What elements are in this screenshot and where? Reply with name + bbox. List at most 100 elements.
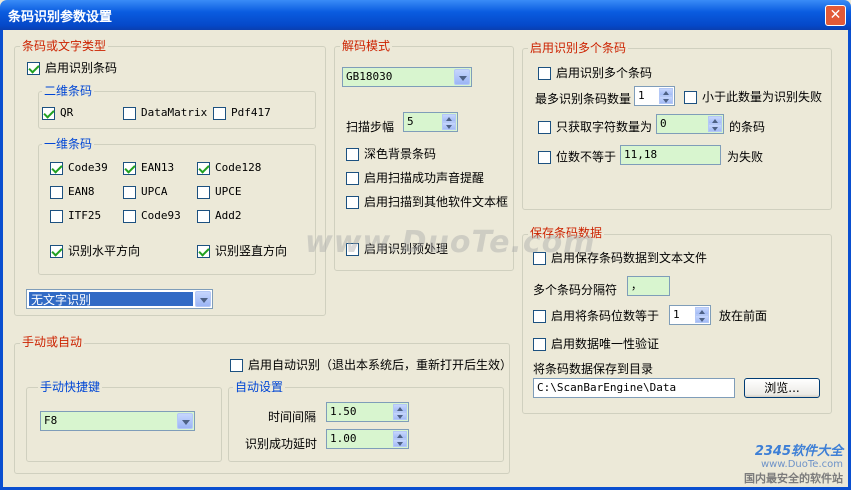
enable-barcode-checkbox[interactable]: 启用识别条码 [27,61,117,75]
checkbox-box[interactable] [50,161,63,175]
digits-ne-value: 11,18 [624,148,658,161]
digits-ne-field[interactable]: 11,18 [620,145,721,165]
interval-value: 1.50 [330,405,357,418]
spinner-icon[interactable] [393,404,407,420]
text-mode-value: 无文字识别 [29,292,193,307]
only-len-label: 只获取字符数量为 [556,120,653,134]
checkbox-box[interactable] [123,106,136,120]
checkbox-box[interactable] [346,171,359,185]
checkbox-box[interactable] [346,195,359,209]
checkbox-box[interactable] [197,185,210,199]
multi-enable-checkbox[interactable]: 启用识别多个条码 [538,66,652,80]
datamatrix-label: DataMatrix [141,106,208,119]
checkbox-box[interactable] [230,358,243,372]
checkbox-box[interactable] [50,209,63,223]
checkbox-box[interactable] [538,120,551,134]
pdf417-label: Pdf417 [231,106,271,119]
checkbox-box[interactable] [50,244,63,258]
dark-bg-checkbox[interactable]: 深色背景条码 [346,147,436,161]
save-dir-field[interactable]: C:\ScanBarEngine\Data [533,378,735,398]
ean8-checkbox[interactable]: EAN8 [50,185,95,199]
checkbox-box[interactable] [27,61,40,75]
digits-eq-label: 启用将条码位数等于 [551,309,660,323]
checkbox-box[interactable] [50,185,63,199]
checkbox-box[interactable] [197,244,210,258]
spinner-icon[interactable] [659,88,673,104]
checkbox-box[interactable] [123,209,136,223]
checkbox-box[interactable] [213,106,226,120]
to-textbox-checkbox[interactable]: 启用扫描到其他软件文本框 [346,195,508,209]
add2-label: Add2 [215,209,242,222]
upce-checkbox[interactable]: UPCE [197,185,242,199]
checkbox-box[interactable] [538,150,551,164]
spinner-icon[interactable] [708,116,722,132]
spinner-icon[interactable] [442,114,456,130]
datamatrix-checkbox[interactable]: DataMatrix [123,106,207,120]
scan-step-label: 扫描步幅 [346,120,395,134]
upce-label: UPCE [215,185,242,198]
checkbox-box[interactable] [533,337,546,351]
checkbox-box[interactable] [197,161,210,175]
close-button[interactable]: ✕ [825,5,846,26]
ean13-checkbox[interactable]: EAN13 [123,161,174,175]
checkbox-box[interactable] [42,106,55,120]
chevron-down-icon[interactable] [177,413,193,429]
pdf417-checkbox[interactable]: Pdf417 [213,106,271,120]
hotkey-select[interactable]: F8 [40,411,195,431]
qr-checkbox[interactable]: QR [42,106,73,120]
digits-eq-stepper[interactable]: 1 [669,305,711,325]
delay-label: 识别成功延时 [245,437,318,451]
code39-label: Code39 [68,161,108,174]
checkbox-box[interactable] [533,309,546,323]
dark-bg-label: 深色背景条码 [364,147,437,161]
spinner-icon[interactable] [695,307,709,323]
auto-recognize-checkbox[interactable]: 启用自动识别（退出本系统后，重新打开后生效） [230,358,512,372]
checkbox-box[interactable] [684,90,697,104]
code39-checkbox[interactable]: Code39 [50,161,108,175]
hotkey-title: 手动快捷键 [38,380,103,394]
decode-mode-select[interactable]: GB18030 [342,67,472,87]
digits-ne-checkbox[interactable]: 位数不等于 [538,150,616,164]
hotkey-value: F8 [44,414,58,427]
only-len-stepper[interactable]: 0 [656,114,724,134]
save-dir-label: 将条码数据保存到目录 [533,362,654,376]
fail-less-checkbox[interactable]: 小于此数量为识别失败 [684,90,822,104]
only-len-checkbox[interactable]: 只获取字符数量为 [538,120,652,134]
chevron-down-icon[interactable] [195,291,211,307]
text-mode-select[interactable]: 无文字识别 [26,289,213,309]
scan-step-stepper[interactable]: 5 [403,112,458,132]
digits-ne-suffix: 为失败 [727,150,764,164]
digits-eq-suffix: 放在前面 [719,309,768,323]
digits-eq-value: 1 [673,308,680,321]
code93-checkbox[interactable]: Code93 [123,209,181,223]
checkbox-box[interactable] [123,161,136,175]
beep-checkbox[interactable]: 启用扫描成功声音提醒 [346,171,484,185]
upca-label: UPCA [141,185,168,198]
vertical-checkbox[interactable]: 识别竖直方向 [197,244,287,258]
horizontal-checkbox[interactable]: 识别水平方向 [50,244,140,258]
only-len-suffix: 的条码 [729,120,766,134]
title-bar: 条码识别参数设置 ✕ [0,0,851,30]
chevron-down-icon[interactable] [454,69,470,85]
checkbox-box[interactable] [197,209,210,223]
add2-checkbox[interactable]: Add2 [197,209,242,223]
browse-button[interactable]: 浏览... [744,378,820,398]
checkbox-box[interactable] [346,147,359,161]
twod-title: 二维条码 [42,84,95,98]
checkbox-box[interactable] [538,66,551,80]
separator-field[interactable]: ， [627,276,670,296]
watermark-logo: 2345软件大全 www.DuoTe.com 国内最安全的软件站 [744,440,843,486]
spinner-icon[interactable] [393,431,407,447]
separator-value: ， [631,279,642,292]
itf25-checkbox[interactable]: ITF25 [50,209,101,223]
upca-checkbox[interactable]: UPCA [123,185,168,199]
digits-eq-checkbox[interactable]: 启用将条码位数等于 [533,309,659,323]
code128-checkbox[interactable]: Code128 [197,161,261,175]
decode-mode-value: GB18030 [346,70,393,83]
vertical-label: 识别竖直方向 [215,244,288,258]
unique-checkbox[interactable]: 启用数据唯一性验证 [533,337,659,351]
checkbox-box[interactable] [123,185,136,199]
delay-stepper[interactable]: 1.00 [326,429,409,449]
interval-stepper[interactable]: 1.50 [326,402,409,422]
max-count-stepper[interactable]: 1 [634,86,675,106]
